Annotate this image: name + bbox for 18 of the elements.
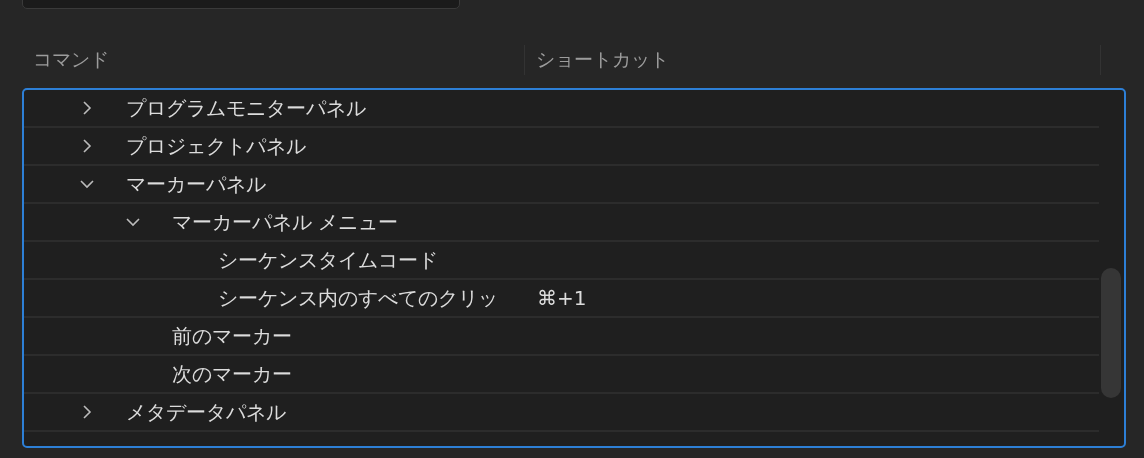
command-label[interactable]: シーケンス内のすべてのクリッ <box>218 284 498 312</box>
chevron-right-icon[interactable] <box>80 101 94 115</box>
command-label[interactable]: 次のマーカー <box>172 360 292 388</box>
column-header: コマンド <box>33 47 109 72</box>
scrollbar-thumb[interactable] <box>1101 268 1121 398</box>
chevron-down-icon[interactable] <box>80 177 94 191</box>
command-label[interactable]: プログラムモニターパネル <box>126 94 366 122</box>
command-label[interactable]: メタデータパネル <box>126 398 286 426</box>
chevron-right-icon[interactable] <box>80 405 94 419</box>
command-label[interactable]: マーカーパネル メニュー <box>172 208 399 236</box>
command-label[interactable]: 前のマーカー <box>172 322 292 350</box>
chevron-down-icon[interactable] <box>126 215 140 229</box>
chevron-right-icon[interactable] <box>80 139 94 153</box>
command-label[interactable]: プロジェクトパネル <box>126 132 306 160</box>
command-label[interactable]: マーカーパネル <box>126 170 266 198</box>
shortcut-text[interactable]: ⌘+1 <box>537 286 587 310</box>
command-label[interactable]: シーケンスタイムコード <box>218 246 438 274</box>
column-header: ショートカット <box>536 47 669 72</box>
